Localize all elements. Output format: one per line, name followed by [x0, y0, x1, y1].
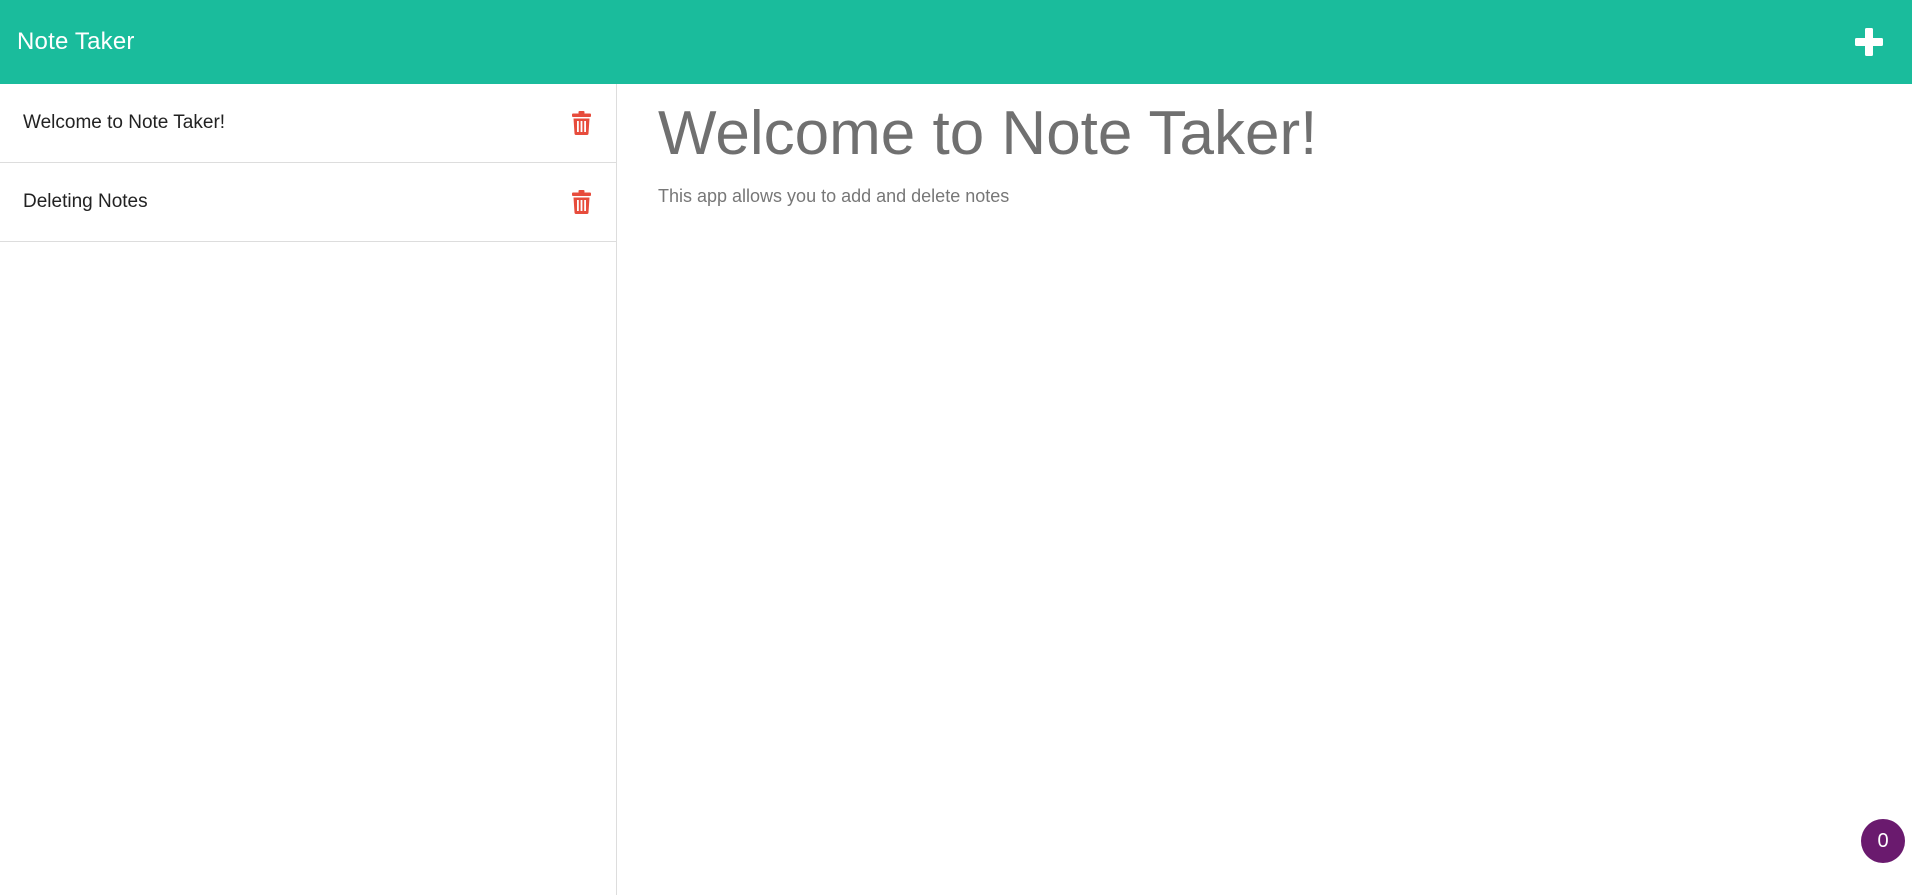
note-title-display[interactable]: Welcome to Note Taker! — [658, 99, 1872, 168]
plus-icon — [1855, 28, 1883, 56]
trash-icon — [571, 190, 591, 214]
new-note-button[interactable] — [1849, 22, 1889, 62]
note-list-item[interactable]: Welcome to Note Taker! — [0, 84, 616, 163]
note-list: Welcome to Note Taker! Deleting Notes — [0, 84, 616, 242]
note-list-sidebar: Welcome to Note Taker! Deleting Notes — [0, 84, 617, 895]
note-list-item[interactable]: Deleting Notes — [0, 163, 616, 242]
note-title[interactable]: Welcome to Note Taker! — [23, 112, 225, 134]
navbar: Note Taker — [0, 0, 1912, 84]
navbar-brand[interactable]: Note Taker — [17, 28, 135, 56]
trash-icon — [571, 111, 591, 135]
delete-note-button[interactable] — [568, 187, 594, 217]
notification-badge[interactable]: 0 — [1861, 819, 1905, 863]
note-title[interactable]: Deleting Notes — [23, 191, 148, 213]
note-editor: Welcome to Note Taker! This app allows y… — [618, 84, 1912, 895]
delete-note-button[interactable] — [568, 108, 594, 138]
note-text-display[interactable]: This app allows you to add and delete no… — [658, 186, 1872, 207]
